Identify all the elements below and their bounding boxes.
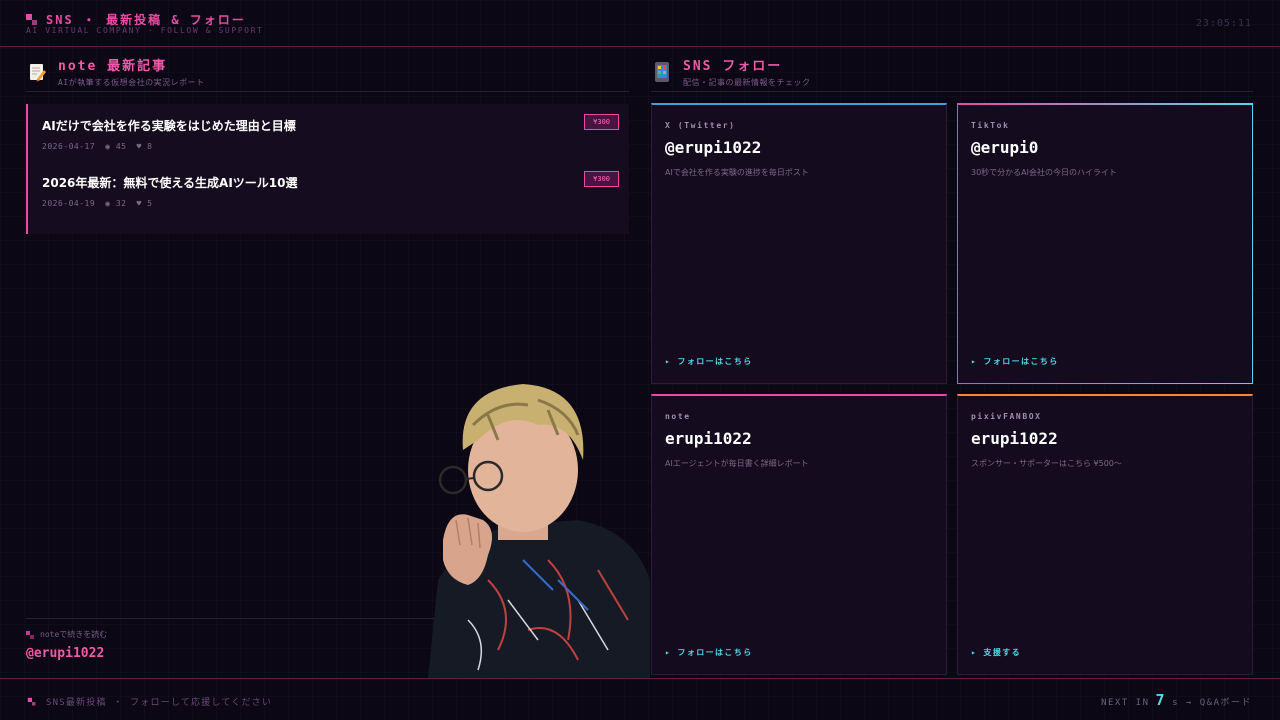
views: ◉ 45	[105, 142, 126, 151]
views: ◉ 32	[105, 199, 126, 208]
account-handle: @erupi0	[971, 138, 1039, 157]
note-section-subtitle: AIが執筆する仮想会社の実況レポート	[58, 78, 205, 87]
platform-name: pixivFANBOX	[971, 412, 1042, 421]
sns-section-header: SNS フォロー 配信・記事の最新情報をチェック	[651, 52, 1253, 92]
next-countdown: NEXT IN 7 s → Q&Aボード	[1101, 691, 1252, 709]
page-subtitle: AI VIRTUAL COMPANY · FOLLOW & SUPPORT	[26, 26, 264, 35]
card-description: AIエージェントが毎日書く詳細レポート	[665, 459, 809, 468]
logo-squares-icon	[26, 13, 38, 26]
note-cta[interactable]: noteで続きを読む @erupi1022	[26, 618, 446, 661]
likes: ♥ 8	[136, 142, 152, 151]
countdown-number: 7	[1155, 691, 1167, 709]
platform-name: X (Twitter)	[665, 121, 736, 130]
view-count: 45	[115, 142, 127, 151]
squares-icon	[26, 630, 34, 639]
view-count: 32	[115, 199, 127, 208]
next-label: NEXT IN	[1101, 698, 1150, 708]
list-item[interactable]: 2026年最新：無料で使える生成AIツール10選 2026-04-19 ◉ 32…	[42, 169, 629, 226]
like-count: 5	[147, 199, 153, 208]
eye-icon: ◉	[105, 142, 116, 151]
card-description: 30秒で分かるAI会社の今日のハイライト	[971, 168, 1117, 177]
heart-icon: ♥	[136, 142, 148, 151]
note-cta-label: noteで続きを読む	[26, 629, 446, 640]
list-item[interactable]: AIだけで会社を作る実験をはじめた理由と目標 2026-04-17 ◉ 45 ♥…	[42, 112, 629, 169]
memo-icon	[26, 61, 48, 83]
sns-section-subtitle: 配信・記事の最新情報をチェック	[683, 78, 811, 87]
top-bar: SNS ・ 最新投稿 & フォロー AI VIRTUAL COMPANY · F…	[0, 0, 1280, 47]
price-badge: ¥300	[584, 171, 619, 187]
article-meta: 2026-04-19 ◉ 32 ♥ 5	[42, 199, 629, 208]
follow-link[interactable]: ▸ フォローはこちら	[971, 356, 1059, 367]
article-date: 2026-04-17	[42, 142, 96, 151]
note-section-title: note 最新記事	[58, 59, 168, 74]
support-link[interactable]: ▸ 支援する	[971, 647, 1021, 658]
price-badge: ¥300	[584, 114, 619, 130]
account-handle: erupi1022	[971, 429, 1058, 448]
sns-card-x[interactable]: X (Twitter) @erupi1022 AIで会社を作る実験の進捗を毎日ポ…	[651, 103, 947, 384]
follow-link[interactable]: ▸ フォローはこちら	[665, 356, 753, 367]
note-cta-handle[interactable]: @erupi1022	[26, 646, 446, 661]
heart-icon: ♥	[136, 199, 148, 208]
clock: 23:05:11	[1195, 18, 1252, 29]
note-section: note 最新記事 AIが執筆する仮想会社の実況レポート AIだけで会社を作る実…	[26, 52, 629, 234]
account-handle: @erupi1022	[665, 138, 762, 157]
bottom-bar: SNS最新投稿 ・ フォローして応援してください NEXT IN 7 s → Q…	[0, 678, 1280, 720]
article-list: AIだけで会社を作る実験をはじめた理由と目標 2026-04-17 ◉ 45 ♥…	[26, 104, 629, 234]
like-count: 8	[147, 142, 153, 151]
sns-card-grid: X (Twitter) @erupi1022 AIで会社を作る実験の進捗を毎日ポ…	[651, 103, 1253, 675]
article-meta: 2026-04-17 ◉ 45 ♥ 8	[42, 142, 629, 151]
sns-card-note[interactable]: note erupi1022 AIエージェントが毎日書く詳細レポート ▸ フォロ…	[651, 394, 947, 675]
follow-link[interactable]: ▸ フォローはこちら	[665, 647, 753, 658]
platform-name: TikTok	[971, 121, 1010, 130]
article-title[interactable]: 2026年最新：無料で使える生成AIツール10選	[42, 174, 629, 191]
footer-text: SNS最新投稿 ・ フォローして応援してください	[46, 698, 273, 708]
article-date: 2026-04-19	[42, 199, 96, 208]
account-handle: erupi1022	[665, 429, 752, 448]
sns-section: SNS フォロー 配信・記事の最新情報をチェック	[651, 52, 1253, 92]
eye-icon: ◉	[105, 199, 116, 208]
likes: ♥ 5	[136, 199, 152, 208]
card-description: AIで会社を作る実験の進捗を毎日ポスト	[665, 168, 809, 177]
sns-card-fanbox[interactable]: pixivFANBOX erupi1022 スポンサー・サポーターはこちら ¥5…	[957, 394, 1253, 675]
sns-section-title: SNS フォロー	[683, 59, 783, 74]
platform-name: note	[665, 412, 691, 421]
card-description: スポンサー・サポーターはこちら ¥500〜	[971, 459, 1122, 468]
note-cta-text: noteで続きを読む	[40, 630, 108, 639]
streamer-photo	[428, 380, 650, 678]
note-section-header: note 最新記事 AIが執筆する仮想会社の実況レポート	[26, 52, 629, 92]
footer-message: SNS最新投稿 ・ フォローして応援してください	[26, 695, 272, 708]
article-title[interactable]: AIだけで会社を作る実験をはじめた理由と目標	[42, 117, 629, 134]
phone-icon	[651, 61, 673, 83]
sns-card-tiktok[interactable]: TikTok @erupi0 30秒で分かるAI会社の今日のハイライト ▸ フォ…	[957, 103, 1253, 384]
next-target: s → Q&Aボード	[1172, 698, 1252, 708]
squares-icon	[27, 697, 36, 706]
